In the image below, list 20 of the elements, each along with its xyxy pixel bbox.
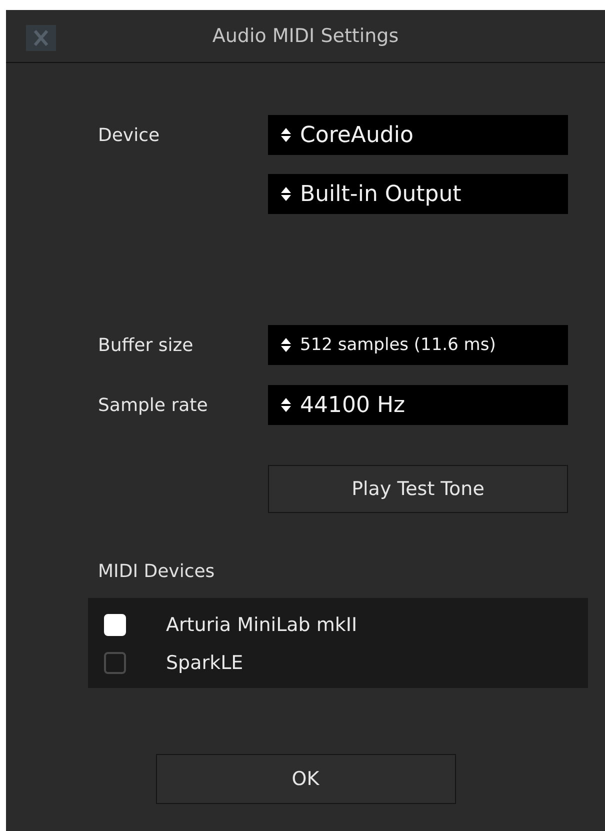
setting-label: Buffer size [97,334,194,356]
window-title: Audio MIDI Settings [212,25,399,47]
device-name: SparkLE [166,652,244,674]
ok-button[interactable]: OK [156,754,456,804]
dropdown-select[interactable]: 44100 Hz [268,385,568,425]
play-test-tone-button[interactable]: Play Test Tone [268,465,568,513]
up-down-arrows-icon [280,337,292,353]
checkbox[interactable] [104,652,126,674]
dropdown-select[interactable]: 512 samples (11.6 ms) [268,325,568,365]
dropdown-select[interactable]: Built-in Output [268,174,568,214]
device-name: Arturia MiniLab mkII [166,614,358,636]
setting-label: Device [97,124,161,146]
up-down-arrows-icon [280,397,292,413]
close-icon [33,29,49,47]
close-button[interactable] [26,25,56,51]
setting-label: Sample rate [97,394,209,416]
section-heading: MIDI Devices [98,561,216,582]
dropdown-select[interactable]: CoreAudio [268,115,568,155]
up-down-arrows-icon [280,127,292,143]
up-down-arrows-icon [280,186,292,202]
